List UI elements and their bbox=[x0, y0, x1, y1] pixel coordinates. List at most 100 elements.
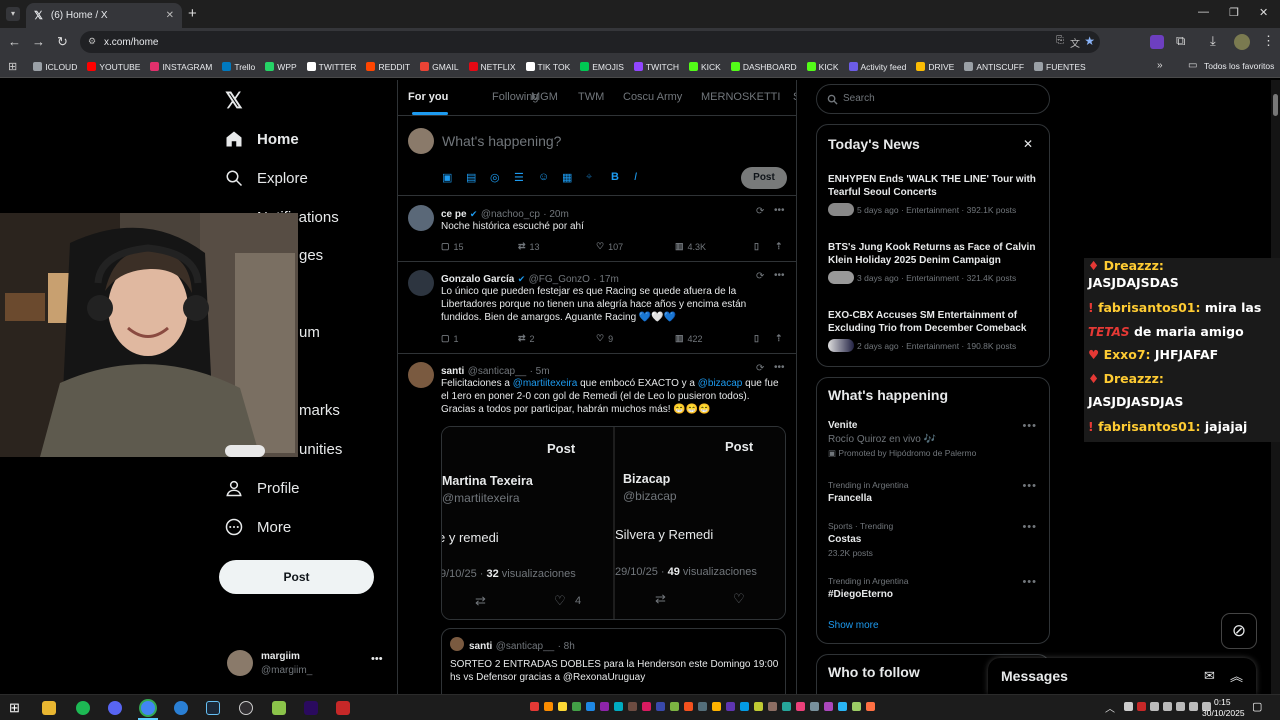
tray-app-icon[interactable] bbox=[572, 702, 581, 711]
media-image-2[interactable]: Post Bizacap @bizacap Silvera y Remedi 2… bbox=[615, 427, 785, 619]
bookmark-star-icon[interactable]: ★ bbox=[1084, 34, 1095, 48]
nav-premium[interactable]: um bbox=[299, 324, 320, 341]
account-switcher[interactable]: margiim @margiim_ ••• bbox=[227, 650, 387, 680]
bookmark-item[interactable]: INSTAGRAM bbox=[150, 62, 212, 72]
tray-app-icon[interactable] bbox=[768, 702, 777, 711]
reply-button[interactable]: ▢ 15 bbox=[441, 241, 464, 252]
clock-time[interactable]: 0:15 bbox=[1214, 697, 1231, 707]
tweet[interactable]: santi @santicap__ · 5m ⟳ ••• Felicitacio… bbox=[398, 354, 796, 694]
trend-item[interactable]: Trending in Argentina Francella bbox=[828, 480, 1043, 504]
tweet-author[interactable]: ce pe bbox=[441, 209, 467, 220]
apps-grid-icon[interactable]: ⊞ bbox=[8, 60, 17, 73]
location-icon[interactable]: ⌖ bbox=[586, 171, 592, 184]
trend-more-icon[interactable]: ••• bbox=[1022, 521, 1037, 533]
news-item[interactable]: ENHYPEN Ends 'WALK THE LINE' Tour with T… bbox=[828, 173, 1043, 216]
app-icon[interactable] bbox=[174, 701, 188, 715]
bold-icon[interactable]: B bbox=[611, 171, 619, 183]
tray-app-icon[interactable] bbox=[754, 702, 763, 711]
nav-communities[interactable]: unities bbox=[299, 441, 342, 458]
news-item[interactable]: EXO-CBX Accuses SM Entertainment of Excl… bbox=[828, 309, 1043, 352]
tab-for-you[interactable]: For you bbox=[408, 91, 448, 103]
translate-icon[interactable]: 文 bbox=[1070, 35, 1080, 50]
tray-app-icon[interactable] bbox=[810, 702, 819, 711]
bookmark-item[interactable]: FUENTES bbox=[1034, 62, 1086, 72]
bookmark-item[interactable]: Trello bbox=[222, 62, 255, 72]
tray-app-icon[interactable] bbox=[586, 702, 595, 711]
tweet-more-icon[interactable]: ••• bbox=[774, 205, 785, 216]
tab-twm[interactable]: TWM bbox=[578, 91, 604, 103]
tweet[interactable]: ce pe ✔ @nachoo_cp · 20m ⟳ ••• Noche his… bbox=[398, 197, 796, 262]
minimize-icon[interactable]: — bbox=[1198, 6, 1209, 18]
poll-icon[interactable]: ☰ bbox=[514, 171, 524, 184]
install-app-icon[interactable]: ⎘ bbox=[1056, 35, 1064, 46]
browser-tab[interactable]: 𝕏 (6) Home / X ✕ bbox=[26, 3, 182, 28]
system-tray-icon[interactable] bbox=[1150, 702, 1159, 711]
bookmark-item[interactable]: TWITTER bbox=[306, 62, 356, 72]
quote-tweet[interactable]: santi @santicap__ · 8h SORTEO 2 ENTRADAS… bbox=[441, 628, 786, 694]
close-window-icon[interactable]: ✕ bbox=[1259, 6, 1268, 19]
all-bookmarks-folder-icon[interactable]: ▭ bbox=[1188, 60, 1197, 71]
system-tray-icon[interactable] bbox=[1124, 702, 1133, 711]
bookmark-item[interactable]: KICK bbox=[806, 62, 839, 72]
tweet-handle[interactable]: @FG_GonzO bbox=[529, 274, 590, 285]
tweet-more-icon[interactable]: ••• bbox=[774, 270, 785, 281]
tweet-more-icon[interactable]: ••• bbox=[774, 362, 785, 373]
bookmark-button[interactable]: ▯ bbox=[754, 333, 759, 344]
share-button[interactable]: ⇡ bbox=[775, 333, 783, 344]
grok-analyze-icon[interactable]: ⟳ bbox=[756, 271, 764, 282]
media-image-1[interactable]: Post Martina Texeira @martiitexeira e y … bbox=[442, 427, 613, 619]
trend-more-icon[interactable]: ••• bbox=[1022, 420, 1037, 432]
more-bookmarks-icon[interactable]: » bbox=[1157, 60, 1163, 71]
tray-app-icon[interactable] bbox=[614, 702, 623, 711]
share-button[interactable]: ⇡ bbox=[775, 241, 783, 252]
bookmark-button[interactable]: ▯ bbox=[754, 241, 759, 252]
obs-icon[interactable] bbox=[239, 701, 253, 715]
tray-app-icon[interactable] bbox=[712, 702, 721, 711]
tray-app-icon[interactable] bbox=[824, 702, 833, 711]
bookmark-item[interactable]: TWITCH bbox=[633, 62, 679, 72]
bookmark-item[interactable]: NETFLIX bbox=[468, 62, 516, 72]
trend-item[interactable]: Sports · Trending Costas 23.2K posts bbox=[828, 521, 1043, 558]
premiere-icon[interactable] bbox=[304, 701, 318, 715]
all-bookmarks-label[interactable]: Todos los favoritos bbox=[1204, 61, 1274, 71]
address-input[interactable]: ⚙ x.com/home ⎘ 文 ★ bbox=[80, 31, 1100, 53]
close-tab-icon[interactable]: ✕ bbox=[166, 10, 174, 21]
show-more-link[interactable]: Show more bbox=[828, 620, 879, 631]
bookmark-item[interactable]: ANTISCUFF bbox=[964, 62, 1024, 72]
bookmark-item[interactable]: WPP bbox=[265, 62, 297, 72]
grok-analyze-icon[interactable]: ⟳ bbox=[756, 206, 764, 217]
news-item[interactable]: BTS's Jung Kook Returns as Face of Calvi… bbox=[828, 241, 1043, 284]
bookmark-item[interactable]: ICLOUD bbox=[33, 62, 77, 72]
nav-explore[interactable]: Explore bbox=[225, 169, 308, 187]
tray-app-icon[interactable] bbox=[530, 702, 539, 711]
clock-date[interactable]: 30/10/2025 bbox=[1202, 708, 1245, 718]
bookmark-item[interactable]: REDDIT bbox=[366, 62, 410, 72]
mention-link[interactable]: @martiitexeira bbox=[513, 378, 578, 389]
x-logo-icon[interactable]: 𝕏 bbox=[225, 88, 243, 114]
tab-search-button[interactable]: ▾ bbox=[6, 7, 20, 21]
gif-icon[interactable]: ▤ bbox=[466, 171, 476, 184]
tweet-author[interactable]: santi bbox=[441, 366, 464, 377]
tray-app-icon[interactable] bbox=[852, 702, 861, 711]
bookmark-item[interactable]: EMOJIS bbox=[580, 62, 624, 72]
bookmark-item[interactable]: GMAIL bbox=[420, 62, 459, 72]
forward-icon[interactable]: → bbox=[32, 34, 45, 49]
tray-app-icon[interactable] bbox=[782, 702, 791, 711]
grok-analyze-icon[interactable]: ⟳ bbox=[756, 363, 764, 374]
tweet-time[interactable]: · 17m bbox=[593, 274, 619, 285]
bookmark-item[interactable]: Activity feed bbox=[848, 62, 906, 72]
account-more-icon[interactable]: ••• bbox=[371, 653, 383, 665]
bookmark-item[interactable]: DASHBOARD bbox=[730, 62, 797, 72]
bookmark-item[interactable]: TIK TOK bbox=[525, 62, 570, 72]
nav-bookmarks[interactable]: marks bbox=[299, 402, 340, 419]
site-info-icon[interactable]: ⚙ bbox=[88, 36, 96, 47]
bookmark-item[interactable]: DRIVE bbox=[916, 62, 954, 72]
grok-icon[interactable]: ◎ bbox=[490, 171, 500, 184]
like-button[interactable]: ♡ 107 bbox=[596, 241, 623, 252]
tray-app-icon[interactable] bbox=[558, 702, 567, 711]
compose-input[interactable]: What's happening? bbox=[442, 133, 561, 149]
tray-app-icon[interactable] bbox=[866, 702, 875, 711]
tray-app-icon[interactable] bbox=[628, 702, 637, 711]
italic-icon[interactable]: I bbox=[634, 171, 637, 183]
new-message-icon[interactable]: ✉ bbox=[1204, 668, 1215, 684]
